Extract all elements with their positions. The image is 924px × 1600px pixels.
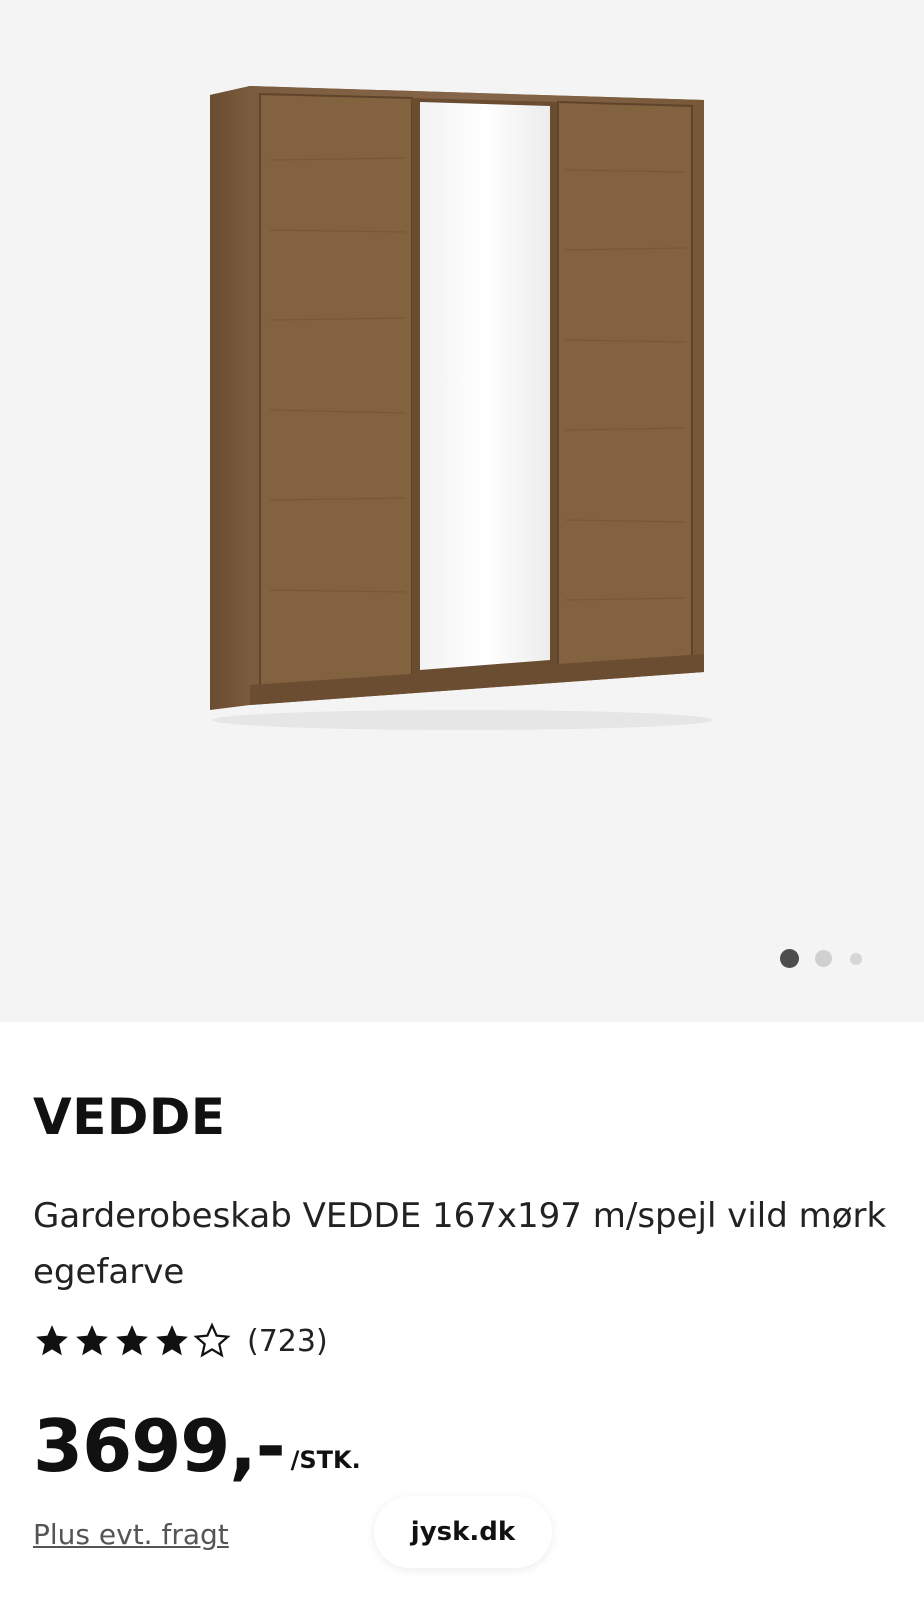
price-row: 3699,- /STK. bbox=[33, 1410, 361, 1482]
rating-stars bbox=[33, 1322, 233, 1360]
price-unit: /STK. bbox=[290, 1446, 361, 1474]
product-price: 3699,- bbox=[33, 1404, 286, 1488]
star-filled-icon bbox=[76, 1325, 108, 1356]
gallery-dot-1[interactable] bbox=[780, 949, 799, 968]
rating-count: (723) bbox=[247, 1323, 328, 1359]
star-filled-icon bbox=[156, 1325, 188, 1356]
star-filled-icon bbox=[36, 1325, 68, 1356]
gallery-pagination bbox=[780, 949, 878, 968]
product-title: Garderobeskab VEDDE 167x197 m/spejl vild… bbox=[33, 1196, 887, 1292]
site-url-pill[interactable]: jysk.dk bbox=[374, 1496, 552, 1568]
product-rating[interactable]: (723) bbox=[33, 1322, 328, 1360]
product-brand: VEDDE bbox=[33, 1088, 226, 1146]
product-image bbox=[210, 86, 712, 730]
star-filled-icon bbox=[116, 1325, 148, 1356]
gallery-dot-3[interactable] bbox=[850, 952, 862, 965]
star-empty-icon bbox=[193, 1322, 231, 1358]
shipping-note-link[interactable]: Plus evt. fragt bbox=[33, 1518, 229, 1551]
gallery-dot-2[interactable] bbox=[815, 950, 832, 967]
product-image-gallery[interactable] bbox=[0, 0, 924, 1022]
